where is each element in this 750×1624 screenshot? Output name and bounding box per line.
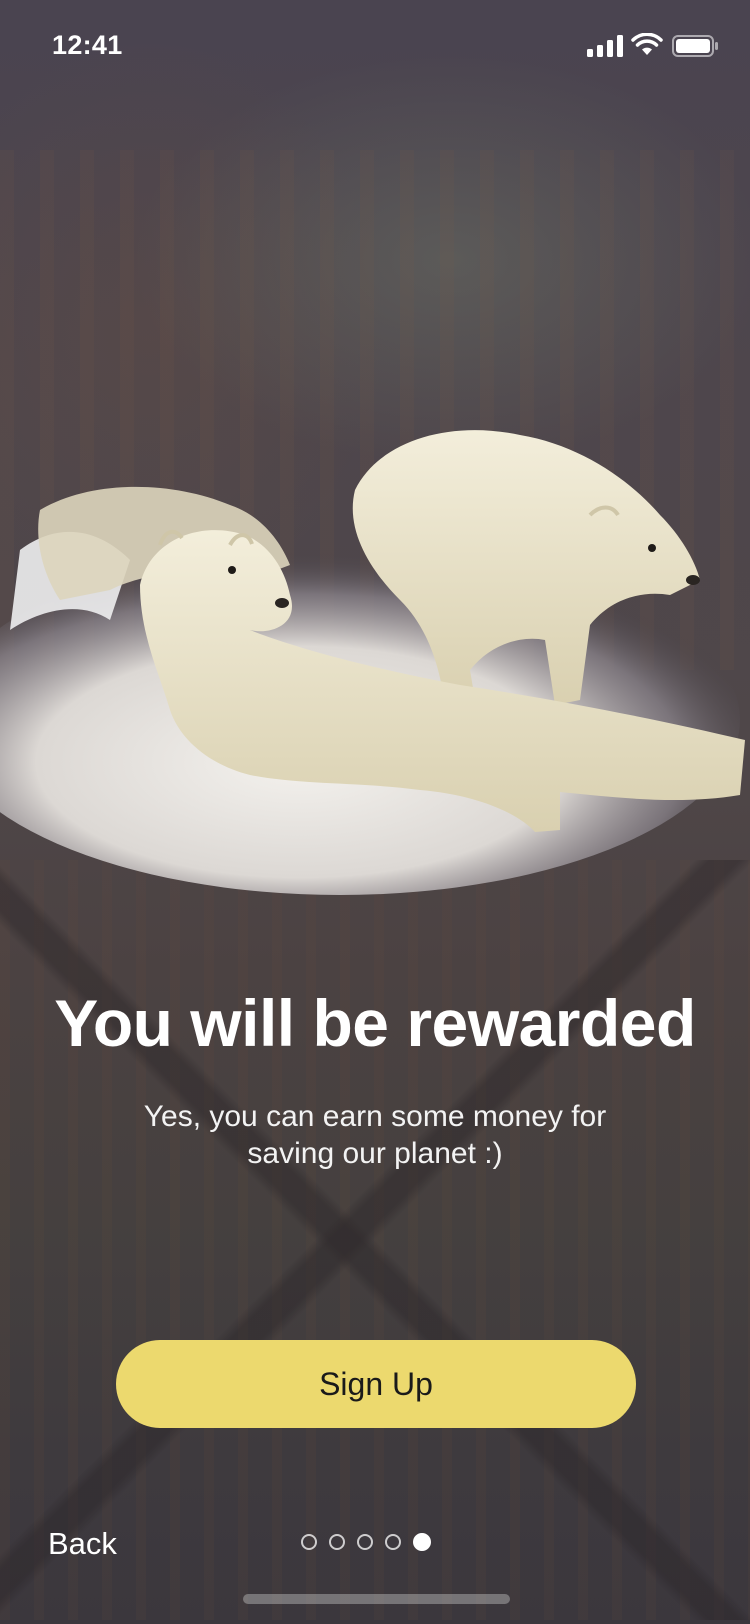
page-indicator xyxy=(301,1533,431,1551)
headline: You will be rewarded xyxy=(54,986,696,1060)
page-dot-2[interactable] xyxy=(329,1534,345,1550)
signal-icon xyxy=(587,35,623,57)
sign-up-button[interactable]: Sign Up xyxy=(116,1340,636,1428)
background-structure xyxy=(0,860,750,1620)
page-dot-4[interactable] xyxy=(385,1534,401,1550)
page-dot-5-active[interactable] xyxy=(413,1533,431,1551)
status-bar: 12:41 xyxy=(0,0,750,94)
status-time: 12:41 xyxy=(52,30,123,60)
subtitle-line-1: Yes, you can earn some money for xyxy=(143,1100,607,1133)
back-button[interactable]: Back xyxy=(48,1526,117,1562)
home-indicator[interactable] xyxy=(243,1594,510,1604)
page-dot-1[interactable] xyxy=(301,1534,317,1550)
polar-bears-illustration xyxy=(0,430,745,895)
subtitle: Yes, you can earn some money for saving … xyxy=(120,1098,630,1172)
battery-icon xyxy=(672,35,718,57)
wifi-icon xyxy=(631,33,663,55)
subtitle-line-2: saving our planet :) xyxy=(247,1137,503,1170)
page-dot-3[interactable] xyxy=(357,1534,373,1550)
